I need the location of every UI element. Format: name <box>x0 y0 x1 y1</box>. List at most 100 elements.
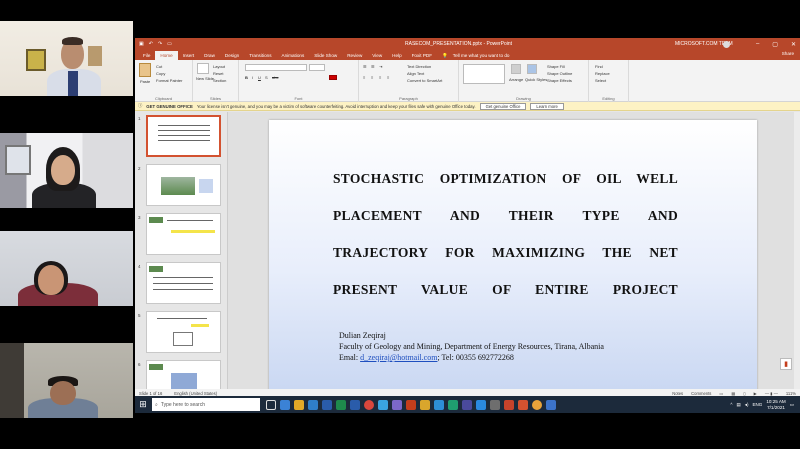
participant-video-1[interactable] <box>0 21 133 96</box>
email-link[interactable]: d_zeqiraj@hotmail.com <box>360 353 437 362</box>
app-icon[interactable] <box>336 399 346 410</box>
shape-fill-button[interactable]: Shape Fill <box>547 64 565 69</box>
learn-more-button[interactable]: Learn more <box>530 102 564 110</box>
comments-button[interactable]: Comments <box>691 391 711 396</box>
language-status[interactable]: English (United States) <box>174 391 217 396</box>
select-button[interactable]: Select <box>595 78 606 83</box>
tab-draw[interactable]: Draw <box>199 51 220 60</box>
app-icon[interactable] <box>350 399 360 410</box>
align-center-icon[interactable]: ≡ <box>371 75 373 80</box>
strikethrough-icon[interactable]: abc <box>272 75 278 80</box>
bullets-icon[interactable]: ☰ <box>363 64 367 69</box>
slide-thumbnails-pane[interactable]: 1 2 3 4 5 6 <box>135 112 228 402</box>
undo-icon[interactable]: ↶ <box>149 41 153 47</box>
tell-me-search[interactable]: Tell me what you want to do <box>453 51 515 60</box>
current-slide[interactable]: STOCHASTIC OPTIMIZATION OF OIL WELL PLAC… <box>269 120 757 394</box>
underline-icon[interactable]: U <box>258 75 261 80</box>
paste-button[interactable]: Paste <box>140 79 150 84</box>
app-icon[interactable] <box>462 399 472 410</box>
slide-editing-pane[interactable]: STOCHASTIC OPTIMIZATION OF OIL WELL PLAC… <box>228 112 800 394</box>
app-icon[interactable] <box>294 399 304 410</box>
notifications-icon[interactable]: ▭ <box>790 402 794 408</box>
app-icon[interactable] <box>378 399 388 410</box>
thumbnail-slide-4[interactable] <box>146 262 221 304</box>
section-button[interactable]: Section <box>213 78 226 83</box>
participant-video-4[interactable] <box>0 343 133 418</box>
slide-author-block[interactable]: Dulian Zeqiraj Faculty of Geology and Mi… <box>339 330 604 363</box>
clock[interactable]: 10:25 AM 7/1/2021 <box>766 399 785 411</box>
zoom-level[interactable]: 111% <box>786 391 796 396</box>
minimize-button[interactable]: – <box>756 41 759 48</box>
windows-start-icon[interactable]: ⊞ <box>135 396 151 413</box>
layout-button[interactable]: Layout <box>213 64 225 69</box>
slideshow-view-icon[interactable]: ▶ <box>754 391 757 396</box>
app-icon[interactable] <box>532 399 542 410</box>
tab-slide-show[interactable]: Slide Show <box>309 51 342 60</box>
zoom-slider[interactable]: — ▮ — <box>765 391 778 396</box>
get-genuine-office-button[interactable]: Get genuine Office <box>479 102 527 110</box>
participant-video-2[interactable] <box>0 133 133 208</box>
app-icon[interactable] <box>392 399 402 410</box>
tab-file[interactable]: File <box>138 51 155 60</box>
redo-icon[interactable]: ↷ <box>158 41 162 47</box>
tab-home[interactable]: Home <box>155 51 178 60</box>
app-icon[interactable] <box>434 399 444 410</box>
tab-foxit-pdf[interactable]: Foxit PDF <box>407 51 437 60</box>
shape-outline-button[interactable]: Shape Outline <box>547 71 572 76</box>
app-icon[interactable] <box>308 399 318 410</box>
shape-effects-button[interactable]: Shape Effects <box>547 78 572 83</box>
network-icon[interactable]: ▤ <box>737 402 741 408</box>
thumbnail-slide-3[interactable] <box>146 213 221 255</box>
replace-button[interactable]: Replace <box>595 71 610 76</box>
tab-transitions[interactable]: Transitions <box>244 51 276 60</box>
reading-view-icon[interactable]: ▯ <box>743 391 745 396</box>
volume-icon[interactable]: ◂) <box>745 402 749 408</box>
paste-icon[interactable] <box>139 63 151 77</box>
app-icon[interactable] <box>280 399 290 410</box>
save-icon[interactable]: ▣ <box>139 41 144 47</box>
participant-video-3[interactable] <box>0 231 133 306</box>
find-button[interactable]: Find <box>595 64 603 69</box>
maximize-button[interactable]: ▢ <box>772 41 778 48</box>
app-icon[interactable] <box>406 399 416 410</box>
font-name-dropdown[interactable] <box>245 64 307 71</box>
app-icon[interactable] <box>364 399 374 410</box>
italic-icon[interactable]: I <box>252 75 253 80</box>
tab-view[interactable]: View <box>367 51 387 60</box>
input-language[interactable]: ENG <box>753 402 763 407</box>
bold-icon[interactable]: B <box>245 75 248 80</box>
sorter-view-icon[interactable]: ▦ <box>731 391 735 396</box>
shadow-icon[interactable]: S <box>265 75 268 80</box>
reset-button[interactable]: Reset <box>213 71 223 76</box>
task-view-icon[interactable] <box>266 399 276 410</box>
app-icon[interactable] <box>322 399 332 410</box>
align-text-button[interactable]: Align Text <box>407 71 424 76</box>
powerpoint-taskbar-icon[interactable] <box>518 399 528 410</box>
justify-icon[interactable]: ≡ <box>387 75 389 80</box>
indent-icon[interactable]: ⇥ <box>379 64 382 69</box>
tray-chevron-icon[interactable]: ^ <box>730 402 732 407</box>
app-icon[interactable] <box>504 399 514 410</box>
format-painter-button[interactable]: Format Painter <box>156 78 182 83</box>
arrange-button[interactable]: Arrange <box>509 77 523 82</box>
close-button[interactable]: ✕ <box>791 41 796 48</box>
smartart-button[interactable]: Convert to SmartArt <box>407 78 442 83</box>
share-button[interactable]: Share <box>782 51 794 56</box>
thumbnail-slide-5[interactable] <box>146 311 221 353</box>
vertical-scrollbar[interactable] <box>794 112 800 392</box>
tab-animations[interactable]: Animations <box>277 51 310 60</box>
new-slide-button[interactable]: New Slide <box>196 76 214 81</box>
tab-design[interactable]: Design <box>220 51 244 60</box>
thumbnail-slide-1[interactable] <box>146 115 221 157</box>
slideshow-start-icon[interactable]: ▭ <box>167 41 172 47</box>
notes-button[interactable]: Notes <box>672 391 683 396</box>
font-color-icon[interactable] <box>329 75 337 80</box>
text-direction-button[interactable]: Text Direction <box>407 64 431 69</box>
app-icon[interactable] <box>476 399 486 410</box>
arrange-icon[interactable] <box>511 64 521 74</box>
thumbnail-slide-2[interactable] <box>146 164 221 206</box>
align-left-icon[interactable]: ≡ <box>363 75 365 80</box>
new-slide-icon[interactable] <box>197 63 209 74</box>
align-right-icon[interactable]: ≡ <box>379 75 381 80</box>
font-size-dropdown[interactable] <box>309 64 325 71</box>
